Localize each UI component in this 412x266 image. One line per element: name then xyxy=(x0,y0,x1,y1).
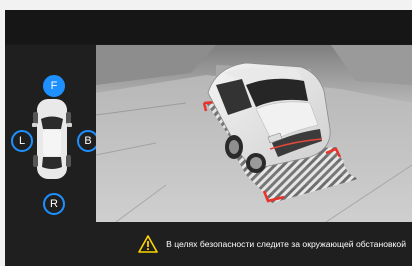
view-right-label: B xyxy=(84,135,92,147)
view-selector-panel: F L B R xyxy=(5,45,99,222)
camera-scene xyxy=(96,45,412,222)
view-front-label: F xyxy=(50,80,58,92)
view-front-button[interactable]: F xyxy=(43,75,65,97)
parking-camera-screen: F L B R В целях безопасности следите за … xyxy=(5,10,412,266)
safety-notice: В целях безопасности следите за окружающ… xyxy=(138,234,406,254)
view-left-button[interactable]: L xyxy=(11,130,33,152)
view-left-label: L xyxy=(18,135,26,147)
camera-3d-view[interactable] xyxy=(96,45,412,222)
view-rear-button[interactable]: R xyxy=(43,193,65,215)
safety-notice-text: В целях безопасности следите за окружающ… xyxy=(166,239,406,249)
car-top-view-icon xyxy=(32,99,72,179)
top-bar xyxy=(5,10,412,44)
notice-bar: В целях безопасности следите за окружающ… xyxy=(5,222,412,266)
warning-triangle-icon xyxy=(138,235,158,253)
view-rear-label: R xyxy=(50,198,58,210)
